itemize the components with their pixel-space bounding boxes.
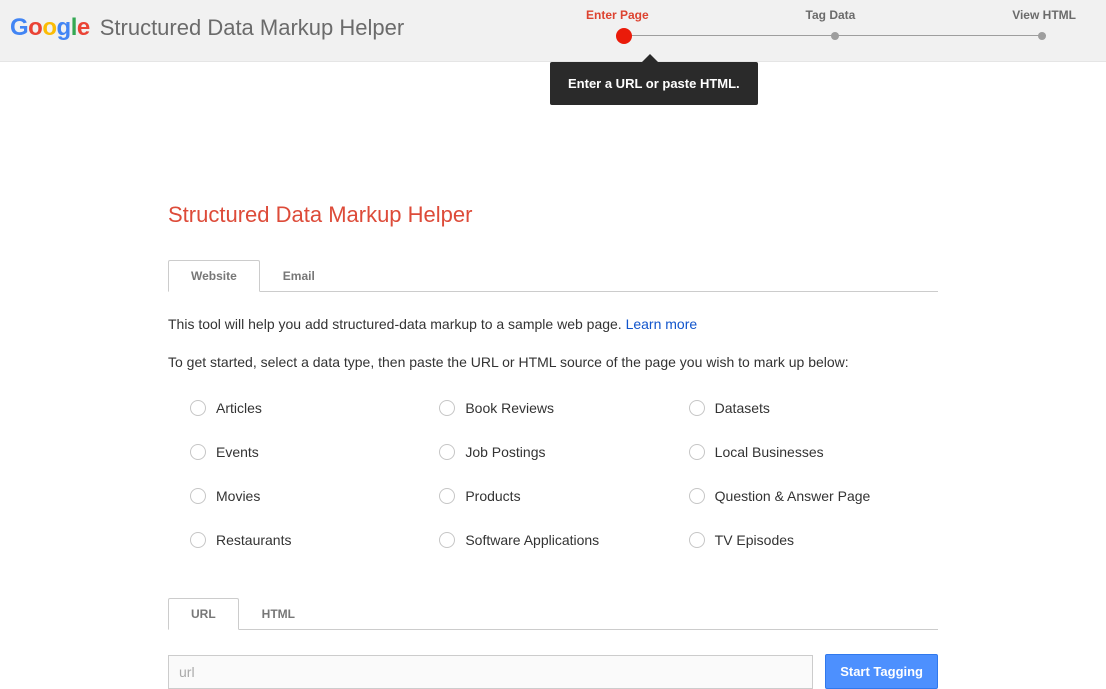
input-row: Start Tagging: [168, 654, 938, 689]
learn-more-link[interactable]: Learn more: [626, 316, 698, 332]
radio-label: Question & Answer Page: [715, 488, 871, 504]
radio-articles[interactable]: Articles: [190, 400, 439, 416]
stepper-tooltip: Enter a URL or paste HTML.: [550, 62, 758, 105]
intro-text: This tool will help you add structured-d…: [168, 316, 938, 332]
radio-icon: [689, 488, 705, 504]
start-tagging-button[interactable]: Start Tagging: [825, 654, 938, 689]
radio-icon: [689, 400, 705, 416]
url-input[interactable]: [168, 655, 813, 689]
radio-local-businesses[interactable]: Local Businesses: [689, 444, 938, 460]
radio-tv-episodes[interactable]: TV Episodes: [689, 532, 938, 548]
step-view-html: View HTML: [1012, 8, 1076, 22]
radio-movies[interactable]: Movies: [190, 488, 439, 504]
step-tag-data: Tag Data: [806, 8, 856, 22]
radio-icon: [689, 444, 705, 460]
radio-label: Movies: [216, 488, 260, 504]
radio-software-applications[interactable]: Software Applications: [439, 532, 688, 548]
radio-label: Job Postings: [465, 444, 545, 460]
radio-datasets[interactable]: Datasets: [689, 400, 938, 416]
radio-events[interactable]: Events: [190, 444, 439, 460]
app-header: Google Structured Data Markup Helper Ent…: [0, 0, 1106, 62]
input-mode-tabs: URL HTML: [168, 598, 938, 630]
radio-label: Book Reviews: [465, 400, 554, 416]
step-dot-2: [831, 32, 839, 40]
radio-label: TV Episodes: [715, 532, 794, 548]
tab-url[interactable]: URL: [168, 598, 239, 630]
radio-qa-page[interactable]: Question & Answer Page: [689, 488, 938, 504]
radio-job-postings[interactable]: Job Postings: [439, 444, 688, 460]
radio-icon: [439, 488, 455, 504]
step-dot-1: [616, 28, 632, 44]
tab-html[interactable]: HTML: [239, 598, 318, 630]
instructions-text: To get started, select a data type, then…: [168, 354, 938, 370]
step-dot-3: [1038, 32, 1046, 40]
radio-icon: [439, 400, 455, 416]
radio-icon: [439, 532, 455, 548]
radio-label: Products: [465, 488, 520, 504]
radio-icon: [190, 532, 206, 548]
intro-copy: This tool will help you add structured-d…: [168, 316, 626, 332]
radio-label: Local Businesses: [715, 444, 824, 460]
radio-label: Datasets: [715, 400, 770, 416]
radio-icon: [190, 444, 206, 460]
data-type-grid: Articles Book Reviews Datasets Events Jo…: [168, 400, 938, 548]
tab-website[interactable]: Website: [168, 260, 260, 292]
radio-label: Events: [216, 444, 259, 460]
radio-icon: [190, 400, 206, 416]
radio-label: Software Applications: [465, 532, 599, 548]
page-title: Structured Data Markup Helper: [168, 202, 938, 228]
progress-stepper: Enter Page Tag Data View HTML: [586, 8, 1106, 44]
step-track: [586, 28, 1076, 44]
radio-products[interactable]: Products: [439, 488, 688, 504]
radio-label: Articles: [216, 400, 262, 416]
radio-restaurants[interactable]: Restaurants: [190, 532, 439, 548]
radio-icon: [190, 488, 206, 504]
tab-email[interactable]: Email: [260, 260, 338, 292]
radio-icon: [689, 532, 705, 548]
content-type-tabs: Website Email: [168, 260, 938, 292]
radio-icon: [439, 444, 455, 460]
google-logo: Google: [10, 14, 90, 42]
main-content: Structured Data Markup Helper Website Em…: [168, 62, 938, 689]
radio-book-reviews[interactable]: Book Reviews: [439, 400, 688, 416]
step-enter-page: Enter Page: [586, 8, 649, 22]
radio-label: Restaurants: [216, 532, 291, 548]
product-title: Structured Data Markup Helper: [100, 15, 404, 41]
